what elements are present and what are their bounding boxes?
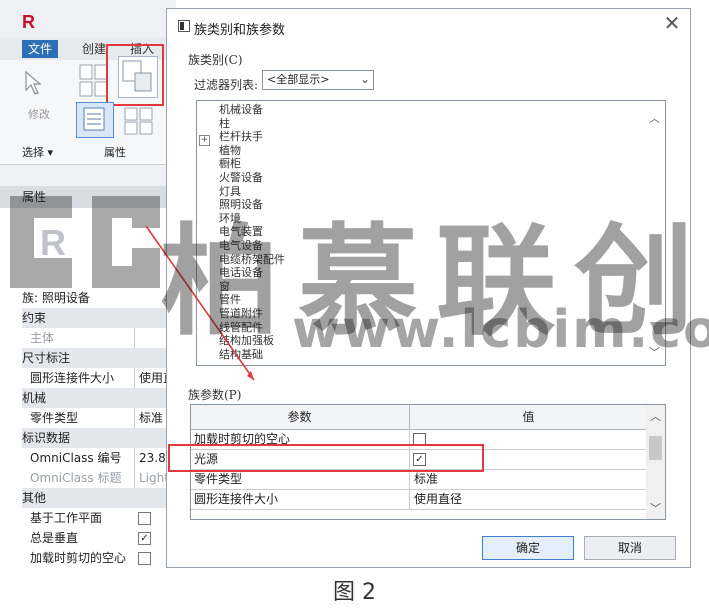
property-value[interactable] <box>134 328 139 348</box>
property-category[interactable]: 约束 <box>22 308 176 328</box>
param-name: 圆形连接件大小 <box>194 492 279 506</box>
property-row: 圆形连接件大小 使用直 <box>22 368 176 388</box>
property-row: 加载时剪切的空心 <box>22 548 176 568</box>
property-name: 总是垂直 <box>30 531 79 545</box>
chevron-down-icon[interactable]: ⌄ <box>360 72 370 86</box>
properties-button[interactable] <box>76 102 114 138</box>
category-section-label: 族类别(C) <box>188 53 243 67</box>
property-category[interactable]: 尺寸标注 <box>22 348 176 368</box>
property-checkbox[interactable] <box>138 512 151 525</box>
property-name: 零件类型 <box>30 411 79 425</box>
param-row[interactable]: 圆形连接件大小 使用直径 <box>191 489 646 510</box>
property-category[interactable]: 其他 <box>22 488 176 508</box>
property-name: 基于工作平面 <box>30 511 103 525</box>
family-button-highlight <box>106 44 164 106</box>
property-category[interactable]: 标识数据 <box>22 428 176 448</box>
category-item[interactable]: 机械设备 <box>219 103 263 117</box>
property-name: 加载时剪切的空心 <box>30 551 127 565</box>
ok-button[interactable]: 确定 <box>482 536 574 560</box>
property-name: 主体 <box>30 331 55 345</box>
property-name: OmniClass 编号 <box>30 451 122 465</box>
cancel-button[interactable]: 取消 <box>584 536 676 560</box>
cursor-arrow-icon[interactable] <box>22 70 44 96</box>
select-menu[interactable]: 选择 ▾ <box>22 144 53 160</box>
property-checkbox[interactable]: ✓ <box>138 532 151 545</box>
param-name: 零件类型 <box>194 472 243 486</box>
category-item[interactable]: 栏杆扶手 <box>219 130 263 144</box>
watermark-url: www.lcbim.com <box>292 300 709 360</box>
property-name: 其他 <box>22 491 47 505</box>
filter-list-label: 过滤器列表: <box>194 78 259 92</box>
property-row: 总是垂直 ✓ <box>22 528 176 548</box>
property-row: 基于工作平面 <box>22 508 176 528</box>
scroll-down-icon[interactable]: ﹀ <box>650 500 661 516</box>
property-name: 标识数据 <box>22 431 71 445</box>
filter-list-select[interactable]: <全部显示> <box>262 70 374 90</box>
params-section-label: 族参数(P) <box>188 388 242 402</box>
window-icon <box>178 20 190 32</box>
column-header-value[interactable]: 值 <box>409 405 647 429</box>
scroll-up-icon[interactable]: ︿ <box>650 408 661 424</box>
category-item[interactable]: 柱 <box>219 117 230 131</box>
light-source-highlight <box>168 444 484 472</box>
property-row: 主体 <box>22 328 176 348</box>
property-row: OmniClass 编号 23.80 <box>22 448 176 468</box>
params-scroll-thumb[interactable] <box>649 436 662 460</box>
property-name: 圆形连接件大小 <box>30 371 115 385</box>
watermark-logo-icon <box>10 196 160 288</box>
filter-list-value: <全部显示> <box>267 73 330 86</box>
param-value-cell[interactable]: 使用直径 <box>409 489 646 509</box>
property-name: 尺寸标注 <box>22 351 71 365</box>
param-row[interactable]: 零件类型 标准 <box>191 469 646 490</box>
property-value[interactable]: Light <box>134 468 169 488</box>
revit-logo-icon[interactable]: R <box>22 12 40 32</box>
column-header-param[interactable]: 参数 <box>191 405 408 429</box>
property-checkbox[interactable] <box>138 552 151 565</box>
close-icon[interactable]: ✕ <box>662 13 682 33</box>
property-name: 机械 <box>22 391 47 405</box>
property-value[interactable]: 标准 <box>134 408 163 428</box>
tree-expand-icon[interactable]: + <box>199 135 210 146</box>
properties-icon <box>83 107 105 131</box>
properties-panel-label: 属性 <box>104 146 126 159</box>
property-name: 约束 <box>22 311 47 325</box>
property-row: 零件类型 标准 <box>22 408 176 428</box>
tab-file[interactable]: 文件 <box>22 40 59 58</box>
category-item[interactable]: 植物 <box>219 144 241 158</box>
dialog-title: 族类别和族参数 <box>194 23 286 38</box>
param-value-cell[interactable]: 标准 <box>409 469 646 489</box>
modify-label: 修改 <box>28 108 50 121</box>
property-category[interactable]: 机械 <box>22 388 176 408</box>
property-name: OmniClass 标题 <box>30 471 122 485</box>
scroll-up-icon[interactable]: ︿ <box>649 110 660 126</box>
category-item[interactable]: 橱柜 <box>219 157 241 171</box>
property-row: OmniClass 标题 Light <box>22 468 176 488</box>
category-item[interactable]: 火警设备 <box>219 171 263 185</box>
figure-caption: 图 2 <box>333 580 376 605</box>
type-properties-icon[interactable] <box>122 104 156 136</box>
